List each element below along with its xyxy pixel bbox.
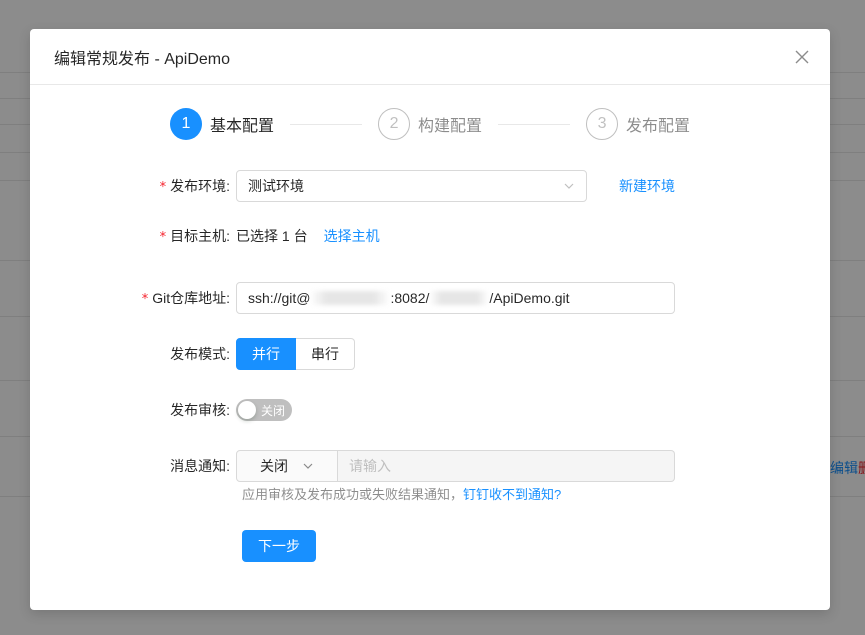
step-number: 3: [586, 108, 619, 140]
step-title: 构建配置: [418, 118, 483, 135]
edit-release-modal: 编辑常规发布 - ApiDemo 1 基本配置 2 构建配置 3 发布配置 * 发…: [30, 29, 830, 610]
env-label: * 发布环境:: [159, 178, 230, 195]
chevron-down-icon: [564, 183, 574, 189]
review-switch[interactable]: 关闭: [236, 399, 292, 421]
git-url-prefix: ssh://git@: [248, 290, 311, 306]
form-row-env: * 发布环境: 测试环境 新建环境: [30, 170, 830, 202]
review-label: 发布审核:: [170, 402, 230, 418]
step-connector: [498, 123, 571, 125]
form-row-host: * 目标主机: 已选择 1 台 选择主机: [30, 226, 830, 246]
step-release[interactable]: 3 发布配置: [586, 108, 690, 140]
notify-type-select[interactable]: 关闭: [236, 450, 338, 482]
host-selected-count: 已选择 1 台: [236, 228, 308, 244]
git-url-input[interactable]: ssh://git@ :8082/ /ApiDemo.git: [236, 282, 675, 314]
step-title: 发布配置: [626, 118, 691, 135]
mode-parallel-button[interactable]: 并行: [236, 338, 296, 370]
step-number: 1: [170, 108, 202, 140]
redacted-host: [310, 291, 391, 305]
git-label: * Git仓库地址:: [141, 290, 230, 307]
new-env-link[interactable]: 新建环境: [619, 176, 675, 196]
modal-header: 编辑常规发布 - ApiDemo: [30, 29, 830, 85]
form-row-mode: 发布模式: 并行 串行: [30, 338, 830, 370]
chevron-down-icon: [303, 463, 313, 469]
step-connector: [290, 123, 363, 125]
step-title: 基本配置: [210, 118, 275, 135]
switch-handle: [238, 401, 256, 419]
dingtalk-help-link[interactable]: 钉钉收不到通知?: [463, 487, 561, 502]
form-row-review: 发布审核: 关闭: [30, 399, 830, 421]
step-build[interactable]: 2 构建配置: [378, 108, 482, 140]
select-host-link[interactable]: 选择主机: [324, 226, 380, 246]
redacted-path: [429, 291, 490, 305]
form-row-git: * Git仓库地址: ssh://git@ :8082/ /ApiDemo.git: [30, 282, 830, 314]
notify-help: 应用审核及发布成功或失败结果通知，钉钉收不到通知?: [242, 484, 561, 503]
step-number: 2: [378, 108, 411, 140]
next-step-button[interactable]: 下一步: [242, 530, 316, 562]
close-icon: [795, 50, 809, 64]
form-row-notify: 消息通知: 关闭 请输入: [30, 450, 830, 482]
env-select[interactable]: 测试环境: [236, 170, 587, 202]
close-button[interactable]: [788, 43, 816, 71]
mode-serial-button[interactable]: 串行: [296, 338, 355, 370]
notify-help-text: 应用审核及发布成功或失败结果通知，: [242, 487, 464, 502]
env-select-value: 测试环境: [248, 178, 304, 194]
mode-radio-group: 并行 串行: [236, 338, 355, 370]
step-basic[interactable]: 1 基本配置: [170, 108, 274, 140]
notify-label: 消息通知:: [170, 458, 230, 474]
notify-type-value: 关闭: [260, 458, 288, 474]
mode-label: 发布模式:: [170, 346, 230, 362]
notify-input-group: 关闭 请输入: [236, 450, 675, 482]
notify-url-input[interactable]: 请输入: [338, 450, 675, 482]
host-label: * 目标主机:: [159, 228, 230, 245]
modal-title: 编辑常规发布 - ApiDemo: [54, 50, 231, 68]
git-url-suffix: /ApiDemo.git: [489, 290, 570, 306]
switch-text: 关闭: [260, 403, 285, 418]
steps: 1 基本配置 2 构建配置 3 发布配置: [170, 108, 710, 140]
git-url-middle: :8082/: [390, 290, 430, 306]
